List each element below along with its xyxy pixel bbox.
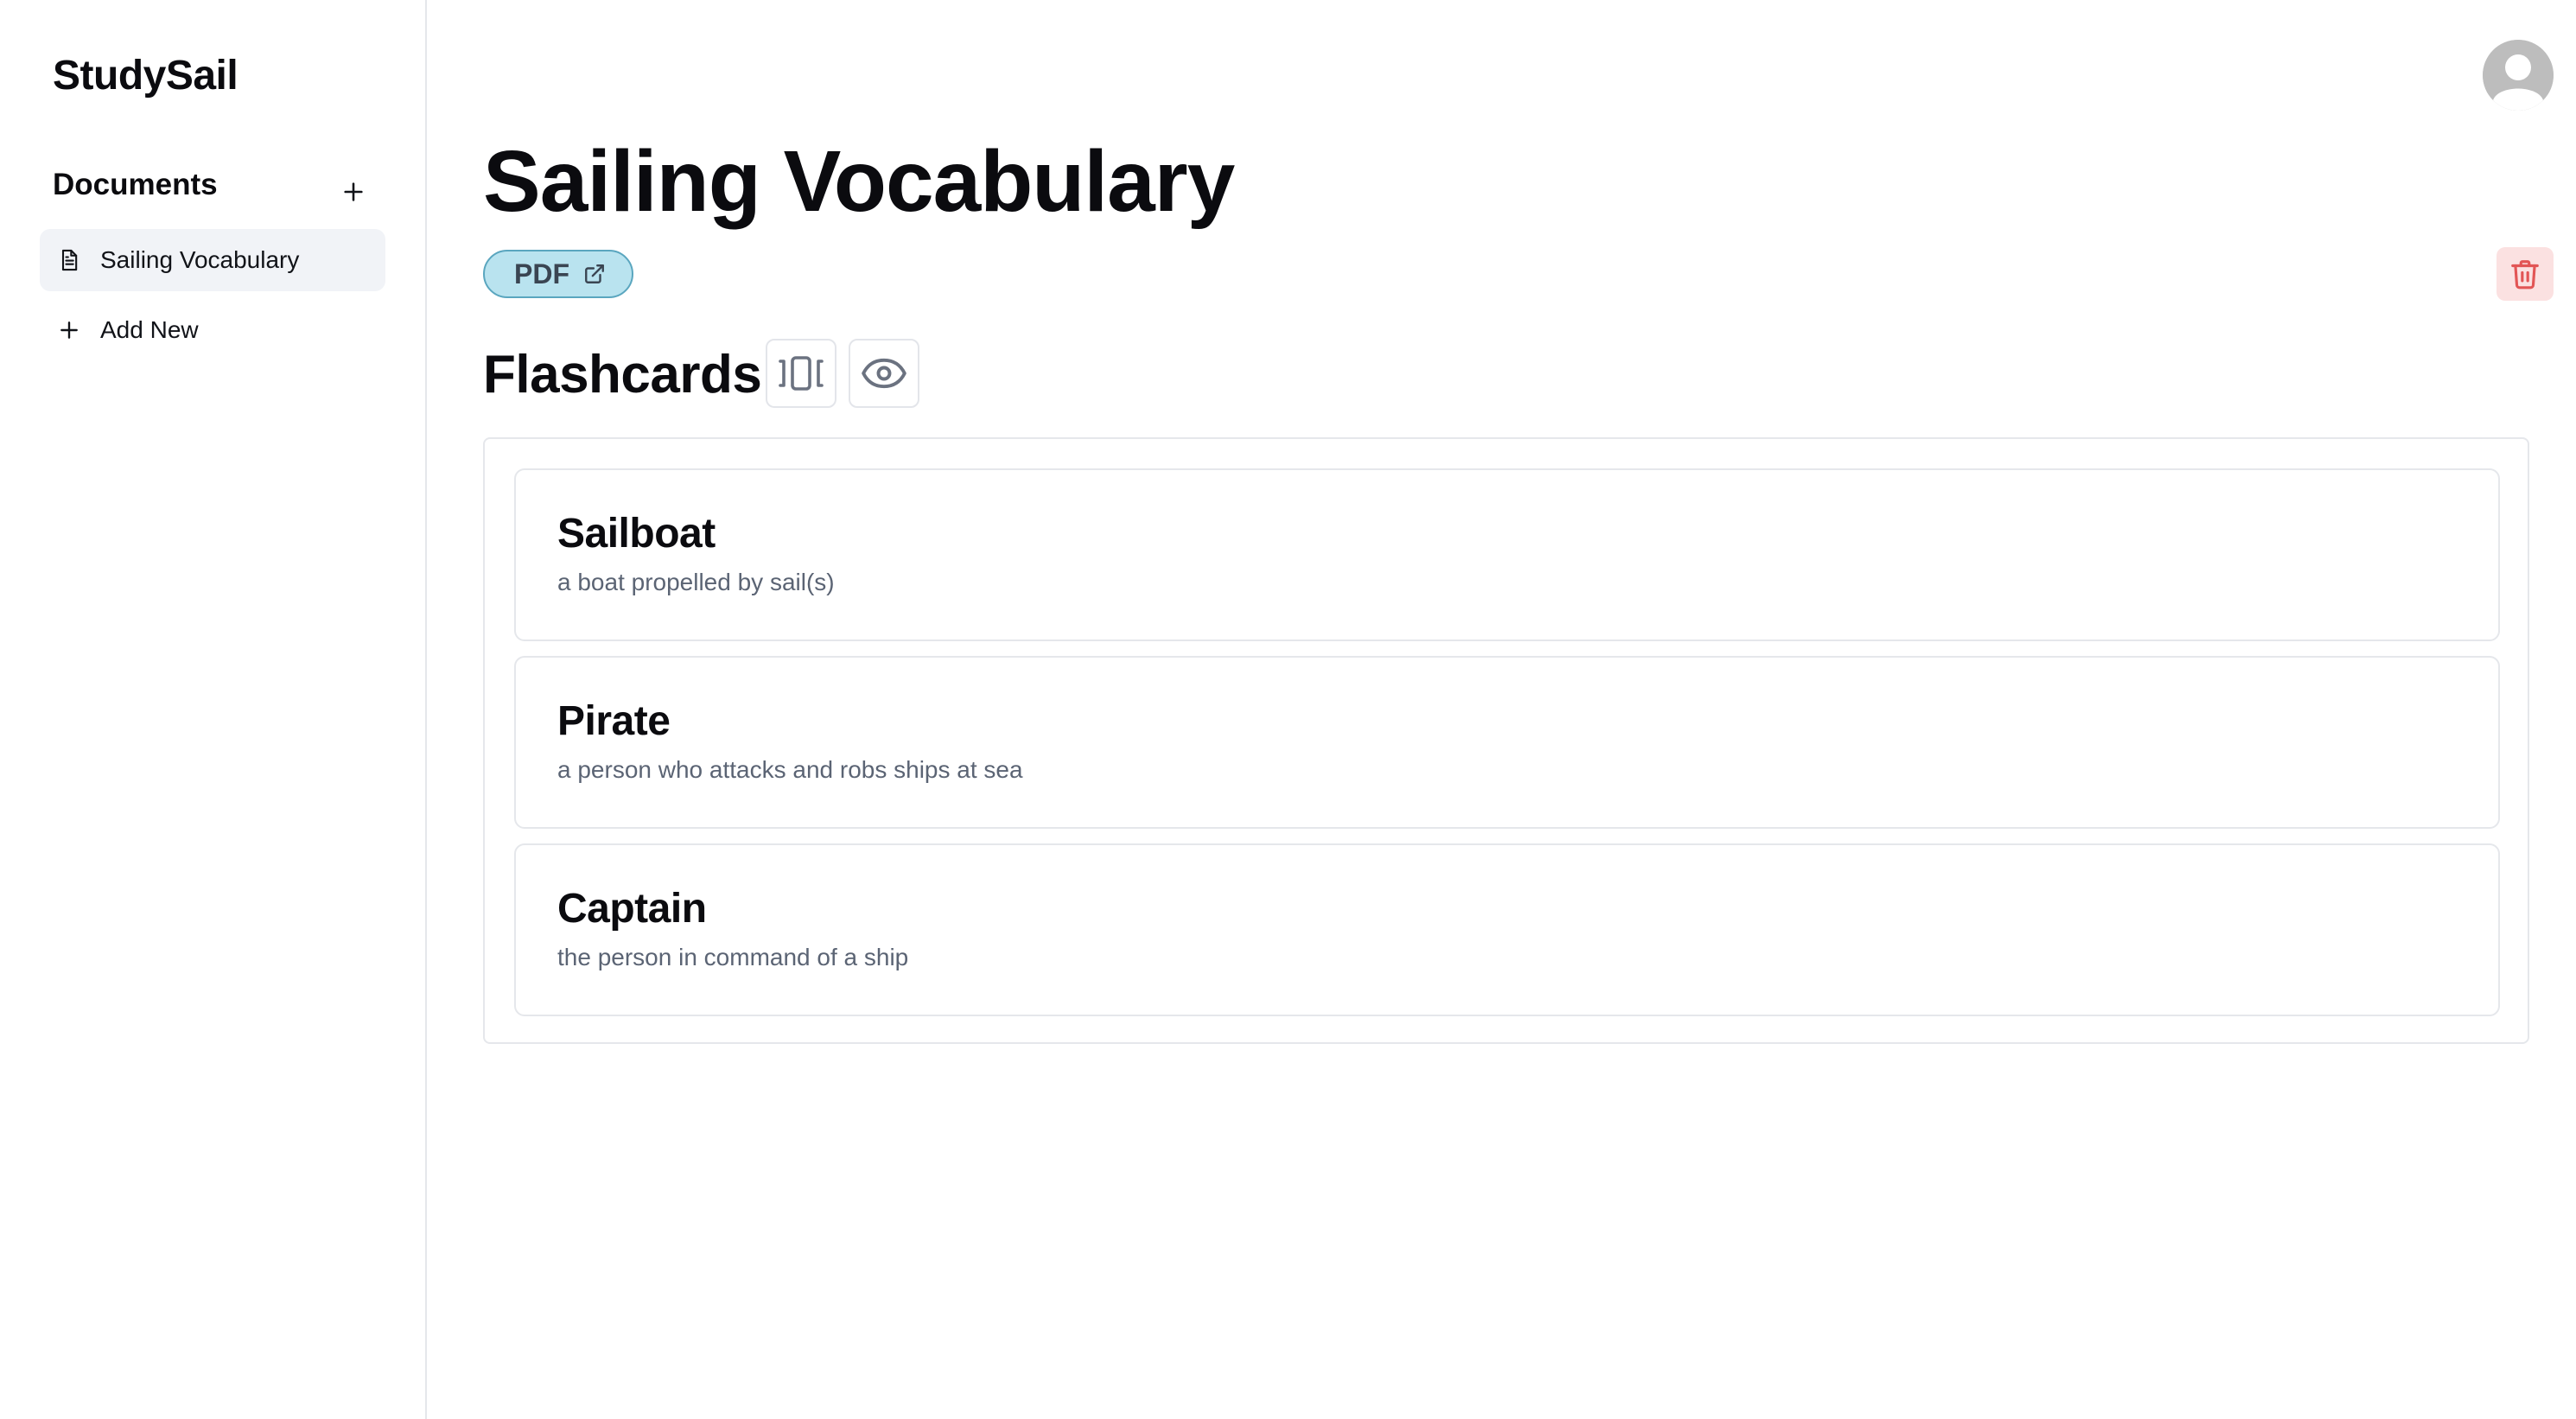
document-icon bbox=[55, 246, 83, 274]
add-new-document-link[interactable]: Add New bbox=[40, 299, 385, 361]
flashcard-term: Pirate bbox=[557, 698, 671, 744]
sidebar-item-sailing-vocabulary[interactable]: Sailing Vocabulary bbox=[40, 229, 385, 291]
sidebar-item-label: Sailing Vocabulary bbox=[100, 246, 300, 273]
add-new-label: Add New bbox=[100, 316, 199, 343]
flashcard-definition: a person who attacks and robs ships at s… bbox=[557, 756, 1023, 783]
flashcard[interactable]: Pirate a person who attacks and robs shi… bbox=[514, 656, 2500, 829]
trash-icon bbox=[2511, 260, 2539, 290]
sidebar: StudySail Documents Sailing Vocabulary A… bbox=[0, 0, 427, 1419]
documents-section-header: Documents bbox=[53, 166, 374, 214]
plus-icon bbox=[344, 182, 363, 201]
user-avatar-icon[interactable] bbox=[2483, 40, 2554, 111]
flashcard-term: Sailboat bbox=[557, 511, 716, 557]
main-content: Sailing Vocabulary PDF Flashcards Sailbo bbox=[427, 0, 2576, 1419]
page-title: Sailing Vocabulary bbox=[483, 133, 1235, 230]
plus-icon bbox=[55, 316, 83, 344]
documents-section-title: Documents bbox=[53, 168, 218, 201]
flashcard-definition: the person in command of a ship bbox=[557, 944, 909, 970]
flashcard-term: Captain bbox=[557, 886, 707, 932]
eye-icon bbox=[862, 358, 906, 389]
delete-document-button[interactable] bbox=[2496, 247, 2554, 301]
flashcards-title: Flashcards bbox=[483, 345, 762, 404]
pdf-link-badge[interactable]: PDF bbox=[483, 250, 633, 298]
add-document-button[interactable] bbox=[333, 171, 374, 213]
flashcards-panel: Sailboat a boat propelled by sail(s) Pir… bbox=[483, 437, 2529, 1044]
flashcard[interactable]: Captain the person in command of a ship bbox=[514, 843, 2500, 1016]
pdf-badge-label: PDF bbox=[514, 258, 569, 290]
carousel-icon bbox=[779, 356, 824, 391]
flashcard[interactable]: Sailboat a boat propelled by sail(s) bbox=[514, 468, 2500, 641]
flashcard-definition: a boat propelled by sail(s) bbox=[557, 569, 835, 595]
carousel-view-button[interactable] bbox=[766, 339, 836, 408]
preview-button[interactable] bbox=[849, 339, 919, 408]
external-link-icon bbox=[585, 264, 604, 283]
brand-logo[interactable]: StudySail bbox=[53, 52, 239, 99]
